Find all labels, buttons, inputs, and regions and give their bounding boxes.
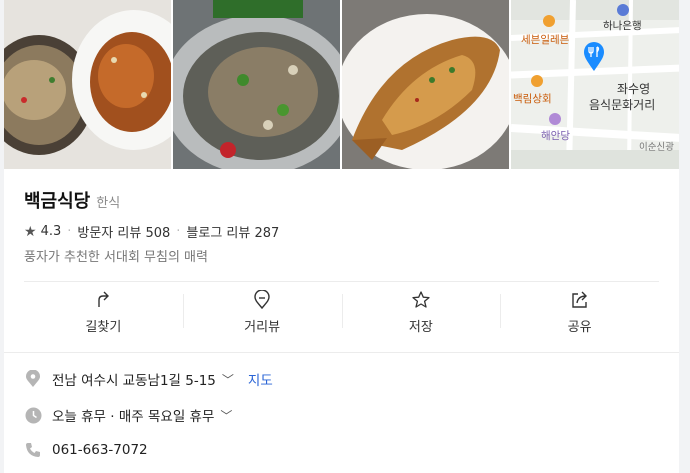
title-row: 백금식당 한식 xyxy=(24,187,120,213)
food-photo-3[interactable] xyxy=(342,0,509,169)
bank-marker-icon xyxy=(617,4,629,16)
section-separator xyxy=(4,352,679,353)
food-photo-2[interactable] xyxy=(173,0,340,169)
share-button[interactable]: 공유 xyxy=(500,282,659,342)
share-icon xyxy=(571,291,587,308)
restaurant-description: 풍자가 추천한 서대회 무침의 매력 xyxy=(24,250,208,265)
directions-button[interactable]: 길찾기 xyxy=(24,282,183,342)
map-label-haeandang: 해안당 xyxy=(541,130,570,142)
address-text[interactable]: 전남 여수시 교동남1길 5-15 xyxy=(52,369,216,389)
map-label-store: 백림상회 xyxy=(513,93,552,105)
chevron-down-icon[interactable]: ﹀ xyxy=(220,407,232,424)
address-row: 전남 여수시 교동남1길 5-15 ﹀ 지도 xyxy=(24,369,273,389)
action-bar: 길찾기 거리뷰 저장 공유 xyxy=(24,282,659,342)
star-icon xyxy=(412,290,430,308)
map-label-street: 이순신광 xyxy=(639,142,674,153)
food-photo-1-image xyxy=(4,0,171,169)
restaurant-pin-icon xyxy=(584,42,604,71)
phone-row: 061-663-7072 xyxy=(24,441,148,459)
map-label-bank: 하나은행 xyxy=(603,20,642,32)
directions-icon xyxy=(98,291,110,307)
street-view-label: 거리뷰 xyxy=(244,319,281,335)
shop-marker-icon xyxy=(549,113,561,125)
blog-reviews-link[interactable]: 블로그 리뷰 287 xyxy=(186,222,279,241)
food-photo-2-image xyxy=(173,0,340,169)
convenience-store-marker-icon xyxy=(543,15,555,27)
rating-row: ★ 4.3 · 방문자 리뷰 508 · 블로그 리뷰 287 xyxy=(24,222,279,242)
photo-strip: 하나은행 세븐일레븐 백림상회 해안당 좌수영 음식문화거리 이순신광 xyxy=(4,0,679,169)
phone-icon xyxy=(24,441,42,459)
place-card: 하나은행 세븐일레븐 백림상회 해안당 좌수영 음식문화거리 이순신광 백금식당… xyxy=(4,0,679,473)
save-label: 저장 xyxy=(408,319,433,335)
street-view-icon xyxy=(254,289,270,309)
map-label-food-street: 음식문화거리 xyxy=(589,98,656,112)
clock-icon xyxy=(24,406,42,424)
street-view-button[interactable]: 거리뷰 xyxy=(182,282,342,342)
food-photo-1[interactable] xyxy=(4,0,171,169)
food-photo-3-image xyxy=(342,0,509,169)
visitor-reviews-link[interactable]: 방문자 리뷰 508 xyxy=(77,222,170,241)
store-marker-icon xyxy=(531,75,543,87)
map-label-jwasuyeong: 좌수영 xyxy=(617,82,651,96)
rating-value: 4.3 xyxy=(40,224,62,239)
chevron-down-icon[interactable]: ﹀ xyxy=(222,371,234,388)
directions-label: 길찾기 xyxy=(85,319,122,335)
restaurant-category: 한식 xyxy=(96,196,121,211)
phone-number[interactable]: 061-663-7072 xyxy=(52,442,148,458)
separator-dot: · xyxy=(67,224,72,239)
location-pin-icon xyxy=(24,370,42,388)
star-rating-icon: ★ xyxy=(24,223,37,240)
map-link[interactable]: 지도 xyxy=(248,369,273,389)
save-button[interactable]: 저장 xyxy=(341,282,501,342)
restaurant-name: 백금식당 xyxy=(24,191,91,212)
hours-text[interactable]: 오늘 휴무 · 매주 목요일 휴무 xyxy=(52,405,214,425)
share-label: 공유 xyxy=(567,319,592,335)
map-label-convenience: 세븐일레븐 xyxy=(521,34,570,46)
map-thumbnail[interactable]: 하나은행 세븐일레븐 백림상회 해안당 좌수영 음식문화거리 이순신광 xyxy=(511,0,679,169)
hours-row: 오늘 휴무 · 매주 목요일 휴무 ﹀ xyxy=(24,405,232,425)
separator-dot: · xyxy=(176,224,181,239)
